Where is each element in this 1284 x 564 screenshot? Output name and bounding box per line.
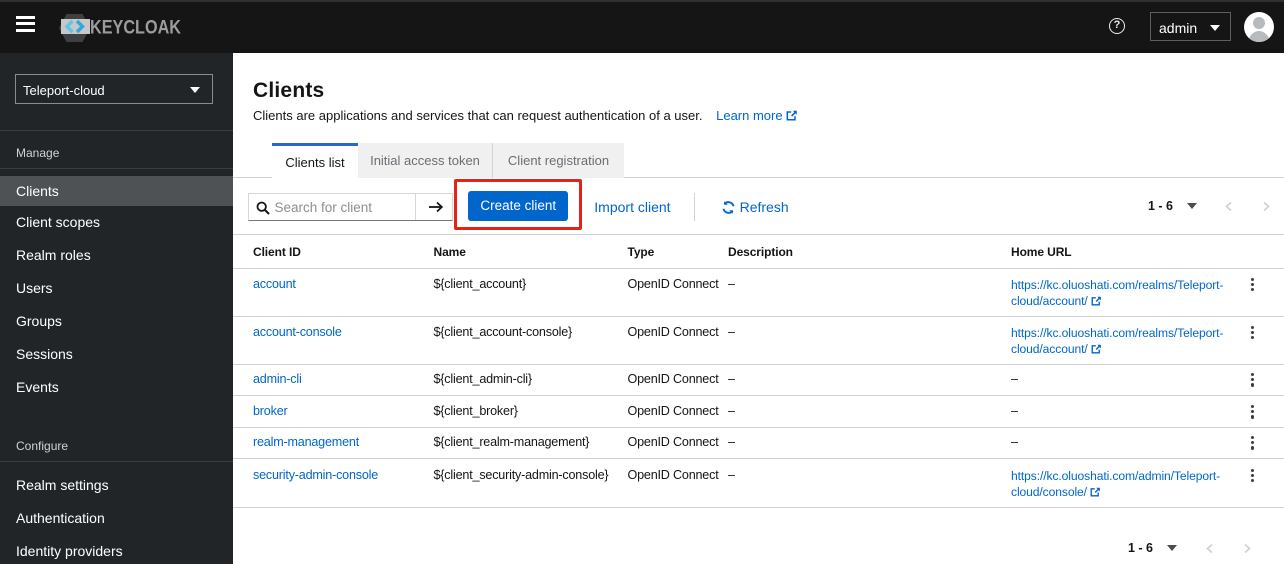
svg-text:KEYCLOAK: KEYCLOAK [90, 18, 181, 39]
